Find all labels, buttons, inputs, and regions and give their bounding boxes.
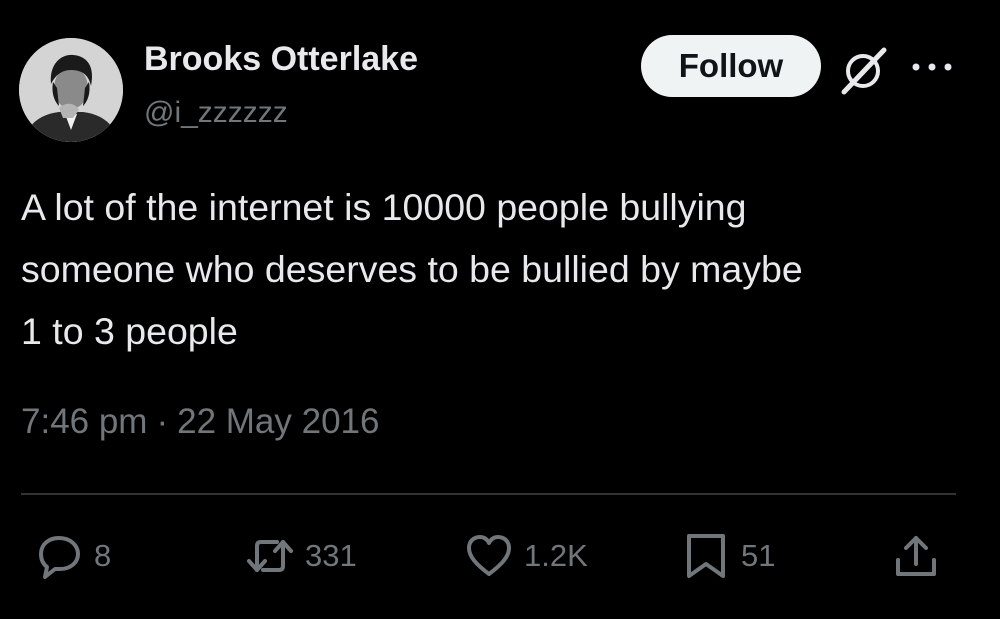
follow-button[interactable]: Follow: [641, 35, 821, 97]
reply-icon: [39, 536, 80, 579]
share-icon: [896, 536, 936, 576]
tweet-card: Brooks Otterlake @i_zzzzzz Follow A lot …: [0, 0, 1000, 619]
repost-button[interactable]: 331: [244, 530, 357, 582]
tweet-time: 7:46 pm: [21, 402, 148, 441]
tweet-timestamp[interactable]: 7:46 pm · 22 May 2016: [21, 402, 380, 442]
repost-icon: [247, 540, 293, 572]
tweet-text-line: 1 to 3 people: [21, 310, 238, 352]
bookmark-count: 51: [741, 538, 776, 573]
author-handle[interactable]: @i_zzzzzz: [144, 96, 288, 130]
bookmark-icon: [687, 534, 725, 578]
heart-icon: [467, 535, 511, 576]
avatar-photo-icon: [19, 38, 123, 142]
author-display-name[interactable]: Brooks Otterlake: [144, 40, 418, 79]
bookmark-button[interactable]: 51: [680, 530, 775, 582]
like-count: 1.2K: [524, 538, 588, 573]
avatar[interactable]: [19, 38, 123, 142]
tweet-text: A lot of the internet is 10000 people bu…: [21, 176, 971, 362]
tweet-text-line: A lot of the internet is 10000 people bu…: [21, 186, 747, 228]
share-button[interactable]: [890, 530, 942, 582]
divider: [21, 493, 956, 495]
tweet-date: 22 May 2016: [177, 402, 380, 441]
meta-separator: ·: [156, 402, 169, 441]
grok-icon[interactable]: [838, 44, 890, 96]
reply-count: 8: [94, 538, 112, 573]
like-button[interactable]: 1.2K: [463, 530, 588, 582]
tweet-text-line: someone who deserves to be bullied by ma…: [21, 248, 803, 290]
reply-button[interactable]: 8: [33, 530, 111, 582]
more-options-icon[interactable]: [908, 52, 956, 82]
repost-count: 331: [305, 538, 357, 573]
